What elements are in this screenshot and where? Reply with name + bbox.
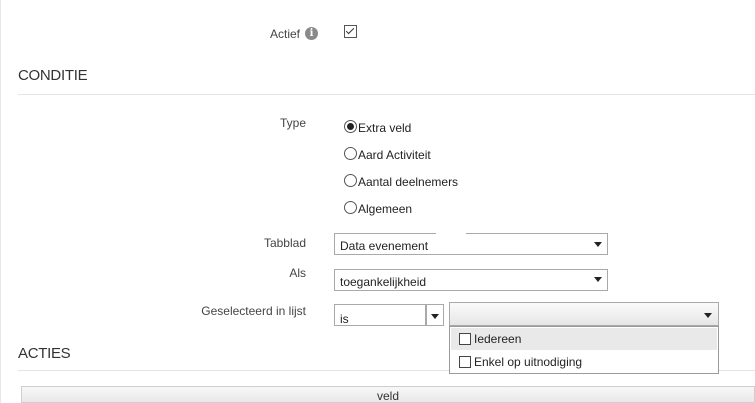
dropdown-option-iedereen[interactable]: Iedereen: [451, 328, 717, 350]
left-border: [0, 0, 1, 403]
label-mask: [436, 233, 466, 239]
chevron-down-icon: [594, 242, 602, 247]
radio-extra-veld[interactable]: [344, 120, 357, 133]
operator-select[interactable]: is: [334, 304, 426, 326]
als-select[interactable]: toegankelijkheid: [334, 269, 608, 291]
section-title-acties: ACTIES: [18, 345, 71, 362]
value-select[interactable]: [449, 302, 719, 326]
radio-aantal-deelnemers[interactable]: [344, 174, 357, 187]
actief-label: Actief: [269, 27, 300, 41]
chevron-down-icon: [594, 277, 602, 282]
chevron-down-icon: [704, 313, 712, 318]
tabblad-value: Data evenement: [340, 239, 429, 253]
tabblad-label: Tabblad: [263, 236, 306, 250]
divider: [18, 94, 755, 95]
radio-label-aard-activiteit: Aard Activiteit: [358, 148, 431, 162]
chevron-down-icon: [431, 314, 439, 319]
radio-label-algemeen: Algemeen: [358, 202, 413, 216]
section-title-conditie: CONDITIE: [18, 67, 88, 84]
dropdown-option-enkel-op-uitnodiging[interactable]: Enkel op uitnodiging: [451, 351, 717, 373]
table-column-header: veld: [21, 386, 755, 403]
option-checkbox[interactable]: [459, 356, 471, 368]
option-label: Enkel op uitnodiging: [474, 355, 583, 369]
info-icon[interactable]: i: [305, 27, 318, 40]
tabblad-select[interactable]: Data evenement: [334, 233, 608, 255]
als-label: Als: [289, 266, 306, 280]
radio-aard-activiteit[interactable]: [344, 147, 357, 160]
operator-value: is: [340, 312, 349, 326]
value-dropdown-list: Iedereen Enkel op uitnodiging: [449, 326, 719, 374]
actief-checkbox[interactable]: [344, 25, 357, 38]
geselecteerd-label: Geselecteerd in lijst: [201, 304, 306, 318]
radio-algemeen[interactable]: [344, 201, 357, 214]
option-checkbox[interactable]: [459, 333, 471, 345]
radio-label-extra-veld: Extra veld: [358, 121, 412, 135]
type-label: Type: [279, 116, 306, 130]
operator-dropdown-button[interactable]: [426, 304, 444, 326]
als-value: toegankelijkheid: [340, 275, 427, 289]
column-header-veld: veld: [376, 389, 399, 403]
option-label: Iedereen: [474, 332, 522, 346]
radio-label-aantal-deelnemers: Aantal deelnemers: [358, 175, 459, 189]
